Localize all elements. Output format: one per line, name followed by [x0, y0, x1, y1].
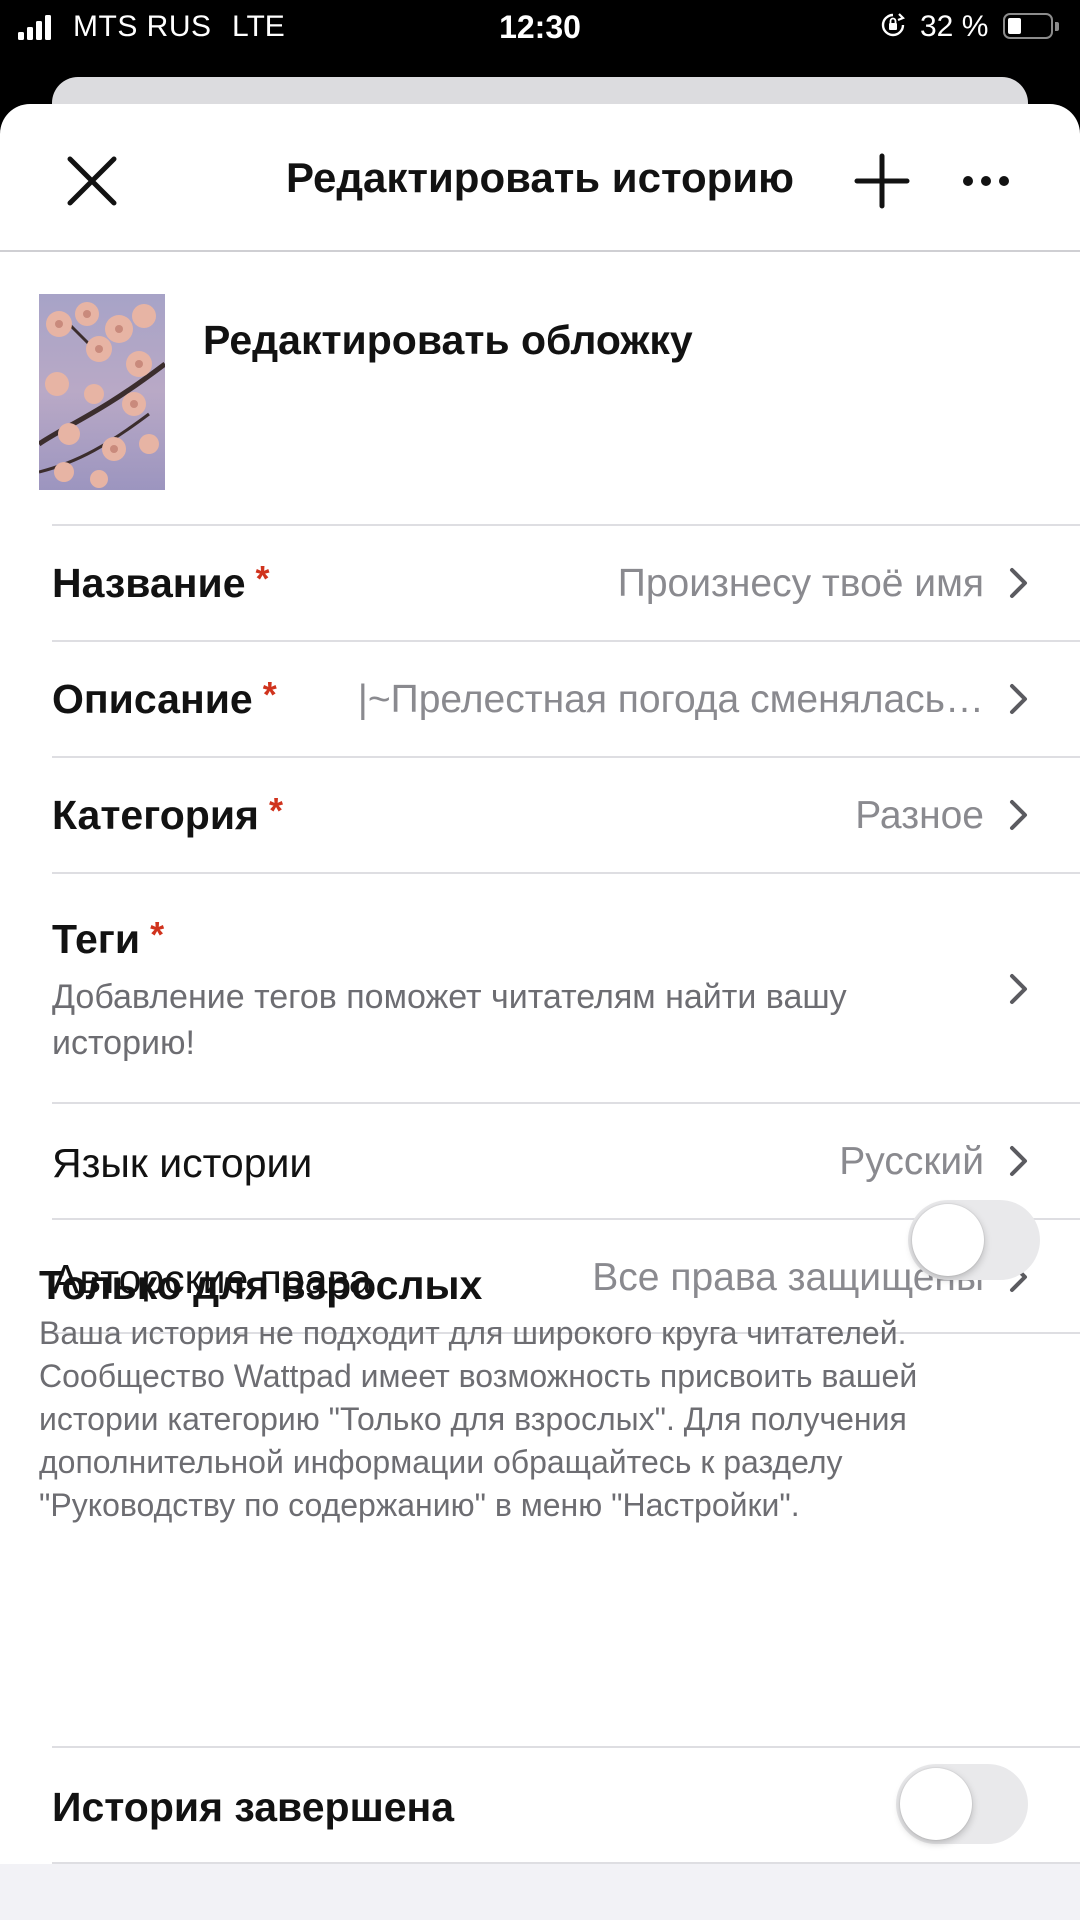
- language-value: Русский: [839, 1140, 984, 1183]
- edit-cover-row[interactable]: Редактировать обложку: [0, 252, 1080, 524]
- edit-cover-label: Редактировать обложку: [203, 317, 693, 363]
- completed-toggle[interactable]: [896, 1764, 1028, 1844]
- chevron-right-icon: [1010, 974, 1027, 1004]
- description-value: |~Прелестная погода сменялась…: [357, 678, 984, 721]
- page-title: Редактировать историю: [286, 154, 794, 201]
- navigation-bar: Редактировать историю: [0, 104, 1080, 252]
- status-bar: MTS RUS LTE 12:30 32 %: [0, 0, 1080, 62]
- battery-icon: [1003, 13, 1059, 41]
- title-label: Название *: [52, 558, 270, 606]
- chevron-right-icon: [1010, 800, 1027, 830]
- required-marker: *: [150, 914, 165, 955]
- completed-row: История завершена: [52, 1746, 1080, 1864]
- story-cover-image: [39, 294, 165, 490]
- adult-only-toggle[interactable]: [908, 1200, 1040, 1280]
- chevron-right-icon: [1010, 1146, 1027, 1176]
- toggle-knob: [900, 1768, 972, 1840]
- category-row[interactable]: Категория * Разное: [52, 756, 1080, 872]
- tags-hint: Добавление тегов поможет читателям найти…: [52, 978, 847, 1062]
- chevron-right-icon: [1010, 684, 1027, 714]
- bottom-area: [0, 1864, 1080, 1920]
- plus-icon[interactable]: [854, 153, 910, 209]
- tags-row[interactable]: Теги * Добавление тегов поможет читателям…: [52, 872, 1080, 1102]
- description-label: Описание *: [52, 674, 277, 722]
- language-row[interactable]: Язык истории Русский: [52, 1102, 1080, 1218]
- title-value: Произнесу твоё имя: [617, 562, 984, 605]
- adult-only-label: Только для взрослых: [39, 1262, 483, 1308]
- category-value: Разное: [855, 794, 984, 837]
- tags-label: Теги *: [52, 914, 165, 962]
- required-marker: *: [268, 790, 283, 831]
- close-icon[interactable]: [64, 153, 120, 209]
- more-icon[interactable]: [960, 166, 1012, 196]
- rotation-lock-icon: [881, 13, 905, 37]
- category-label: Категория *: [52, 790, 283, 838]
- edit-story-sheet: Редактировать историю Редактировать обло…: [0, 104, 1080, 1920]
- status-time: 12:30: [499, 9, 581, 45]
- toggle-knob: [912, 1204, 984, 1276]
- language-label: Язык истории: [52, 1140, 313, 1186]
- required-marker: *: [255, 558, 270, 599]
- required-marker: *: [262, 674, 277, 715]
- battery-percentage: 32 %: [920, 10, 989, 43]
- chevron-right-icon: [1010, 568, 1027, 598]
- description-row[interactable]: Описание * |~Прелестная погода сменялась…: [52, 640, 1080, 756]
- completed-label: История завершена: [52, 1784, 455, 1830]
- title-row[interactable]: Название * Произнесу твоё имя: [52, 524, 1080, 640]
- adult-only-description: Ваша история не подходит для широкого кр…: [39, 1315, 918, 1523]
